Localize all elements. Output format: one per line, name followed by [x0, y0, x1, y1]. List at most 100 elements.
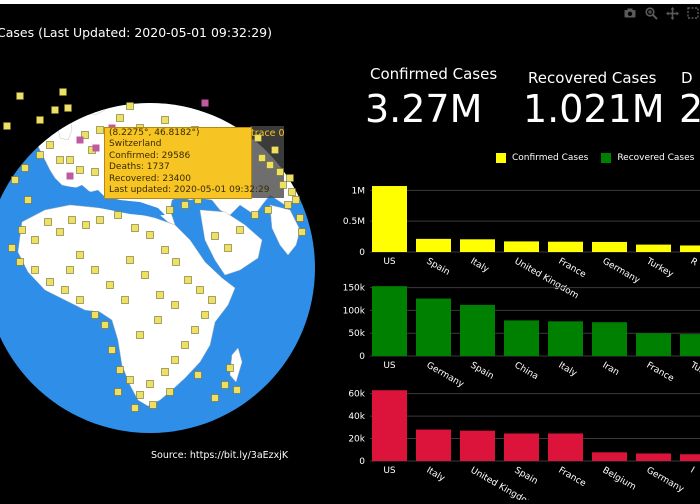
bar-confirmed[interactable]	[504, 241, 539, 252]
bar-recovered[interactable]	[636, 333, 671, 356]
country-marker[interactable]	[96, 216, 104, 224]
bar-confirmed[interactable]	[680, 245, 700, 252]
country-marker[interactable]	[224, 244, 232, 252]
country-marker[interactable]	[66, 266, 74, 274]
country-marker[interactable]	[61, 286, 69, 294]
bar-deaths[interactable]	[372, 390, 407, 461]
country-marker[interactable]	[166, 388, 174, 396]
country-marker[interactable]	[221, 381, 229, 389]
country-marker[interactable]	[116, 114, 124, 122]
country-marker[interactable]	[8, 244, 16, 252]
country-marker[interactable]	[126, 256, 134, 264]
country-marker[interactable]	[56, 156, 64, 164]
country-marker[interactable]	[101, 321, 109, 329]
globe-map[interactable]: (8.2275°, 46.8182°) Switzerland Confirme…	[0, 0, 360, 500]
country-marker[interactable]	[91, 266, 99, 274]
country-marker[interactable]	[296, 214, 304, 222]
bar-deaths[interactable]	[636, 453, 671, 461]
country-marker[interactable]	[279, 181, 287, 189]
box-select-icon[interactable]	[686, 6, 700, 20]
country-marker[interactable]	[44, 218, 52, 226]
country-marker[interactable]	[91, 168, 99, 176]
bar-recovered[interactable]	[680, 334, 700, 356]
country-marker[interactable]	[149, 401, 157, 409]
pan-icon[interactable]	[665, 6, 679, 20]
country-marker[interactable]	[51, 106, 59, 114]
country-marker[interactable]	[76, 251, 84, 259]
country-marker[interactable]	[36, 151, 44, 159]
country-marker[interactable]	[154, 316, 162, 324]
country-marker[interactable]	[146, 380, 154, 388]
country-marker[interactable]	[46, 141, 54, 149]
bar-confirmed[interactable]	[416, 238, 451, 252]
country-marker-highlighted[interactable]	[66, 172, 74, 180]
country-marker[interactable]	[36, 116, 44, 124]
country-marker[interactable]	[236, 226, 244, 234]
country-marker[interactable]	[258, 154, 266, 162]
country-marker[interactable]	[76, 296, 84, 304]
country-marker[interactable]	[161, 368, 169, 376]
country-marker[interactable]	[271, 146, 279, 154]
country-marker[interactable]	[82, 221, 90, 229]
country-marker[interactable]	[59, 88, 67, 96]
country-marker[interactable]	[191, 326, 199, 334]
country-marker[interactable]	[184, 276, 192, 284]
country-marker[interactable]	[114, 211, 122, 219]
country-marker[interactable]	[208, 296, 216, 304]
bar-confirmed[interactable]	[548, 241, 583, 252]
country-marker[interactable]	[136, 331, 144, 339]
country-marker[interactable]	[181, 341, 189, 349]
country-marker[interactable]	[298, 228, 306, 236]
country-marker[interactable]	[233, 386, 241, 394]
source-link[interactable]: Source: https://bit.ly/3aEzxjK	[151, 450, 288, 461]
country-marker[interactable]	[91, 311, 99, 319]
country-marker[interactable]	[24, 196, 32, 204]
bar-confirmed[interactable]	[460, 239, 495, 252]
country-marker[interactable]	[172, 258, 180, 266]
country-marker[interactable]	[11, 176, 19, 184]
globe-svg[interactable]	[0, 0, 360, 500]
country-marker[interactable]	[3, 122, 11, 130]
bar-deaths[interactable]	[680, 454, 700, 461]
country-marker[interactable]	[131, 404, 139, 412]
country-marker[interactable]	[251, 211, 259, 219]
legend-item-confirmed[interactable]: Confirmed Cases	[496, 153, 588, 163]
country-marker[interactable]	[141, 271, 149, 279]
bar-deaths[interactable]	[548, 433, 583, 461]
country-marker[interactable]	[68, 216, 76, 224]
country-marker[interactable]	[156, 291, 164, 299]
country-marker[interactable]	[121, 296, 129, 304]
country-marker[interactable]	[284, 201, 292, 209]
country-marker[interactable]	[288, 188, 296, 196]
country-marker[interactable]	[21, 164, 29, 172]
country-marker[interactable]	[161, 116, 169, 124]
country-marker[interactable]	[31, 266, 39, 274]
country-marker[interactable]	[18, 226, 26, 234]
bar-confirmed[interactable]	[592, 241, 627, 252]
country-marker[interactable]	[146, 231, 154, 239]
country-marker[interactable]	[196, 286, 204, 294]
country-marker[interactable]	[226, 364, 234, 372]
legend-item-recovered[interactable]: Recovered Cases	[601, 153, 694, 163]
bar-deaths[interactable]	[460, 430, 495, 461]
country-marker[interactable]	[201, 311, 209, 319]
country-marker[interactable]	[46, 278, 54, 286]
country-marker[interactable]	[126, 102, 134, 110]
country-marker[interactable]	[76, 166, 84, 174]
country-marker[interactable]	[66, 156, 74, 164]
country-marker[interactable]	[131, 224, 139, 232]
country-marker[interactable]	[194, 371, 202, 379]
country-marker[interactable]	[276, 168, 284, 176]
bar-recovered[interactable]	[592, 322, 627, 356]
country-marker[interactable]	[136, 391, 144, 399]
country-marker[interactable]	[16, 258, 24, 266]
bar-recovered[interactable]	[460, 304, 495, 356]
country-marker[interactable]	[171, 301, 179, 309]
country-marker-highlighted[interactable]	[201, 99, 209, 107]
country-marker[interactable]	[286, 174, 294, 182]
country-marker[interactable]	[106, 281, 114, 289]
country-marker-highlighted[interactable]	[76, 136, 84, 144]
country-marker[interactable]	[211, 232, 219, 240]
bar-recovered[interactable]	[372, 286, 407, 356]
country-marker[interactable]	[108, 346, 116, 354]
